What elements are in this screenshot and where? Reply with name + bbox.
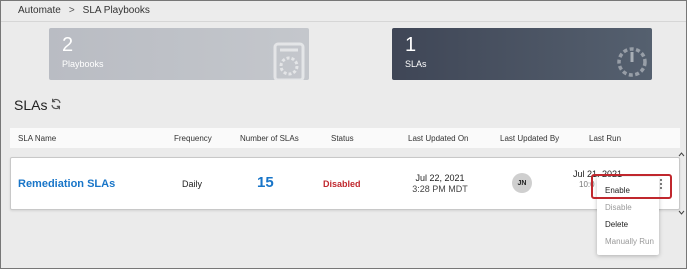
col-last-updated-on[interactable]: Last Updated On — [408, 134, 468, 143]
updated-time: 3:28 PM MDT — [412, 184, 468, 194]
table-row[interactable]: Remediation SLAs Daily 15 Disabled Jul 2… — [10, 157, 680, 210]
col-status[interactable]: Status — [331, 134, 354, 143]
refresh-icon[interactable] — [50, 98, 62, 110]
menu-item-delete[interactable]: Delete — [605, 220, 628, 229]
frequency-value: Daily — [182, 179, 203, 189]
playbooks-card[interactable]: 2 Playbooks — [49, 28, 309, 80]
table-header: SLA Name Frequency Number of SLAs Status… — [10, 128, 680, 148]
slas-count: 1 — [405, 34, 417, 56]
menu-item-enable[interactable]: Enable — [605, 186, 630, 195]
playbooks-count: 2 — [62, 34, 74, 56]
avatar: JN — [512, 173, 532, 193]
col-number[interactable]: Number of SLAs — [240, 134, 299, 143]
menu-item-disable: Disable — [605, 203, 632, 212]
playbooks-label: Playbooks — [62, 59, 104, 69]
status-badge: Disabled — [323, 179, 361, 189]
playbook-icon — [273, 42, 305, 80]
scroll-down-icon[interactable] — [678, 209, 685, 216]
col-last-run[interactable]: Last Run — [589, 134, 621, 143]
sla-name-link[interactable]: Remediation SLAs — [18, 178, 115, 190]
slas-label: SLAs — [405, 59, 427, 69]
sla-count-link[interactable]: 15 — [257, 174, 274, 191]
col-last-updated-by[interactable]: Last Updated By — [500, 134, 559, 143]
breadcrumb-separator: > — [68, 5, 75, 16]
breadcrumb: Automate > SLA Playbooks — [0, 0, 687, 22]
updated-date: Jul 22, 2021 — [415, 173, 465, 183]
breadcrumb-current: SLA Playbooks — [82, 5, 150, 16]
gauge-icon — [617, 47, 647, 77]
avatar-initials: JN — [517, 179, 527, 187]
section-title: SLAs — [14, 97, 48, 113]
slas-card[interactable]: 1 SLAs — [392, 28, 652, 80]
breadcrumb-automate[interactable]: Automate — [18, 5, 61, 16]
last-updated-on: Jul 22, 2021 3:28 PM MDT — [402, 173, 478, 194]
col-sla-name[interactable]: SLA Name — [18, 134, 56, 143]
menu-item-manual-run: Manually Run — [605, 237, 654, 246]
row-actions-menu: Enable Disable Delete Manually Run — [597, 177, 659, 255]
col-frequency[interactable]: Frequency — [174, 134, 212, 143]
